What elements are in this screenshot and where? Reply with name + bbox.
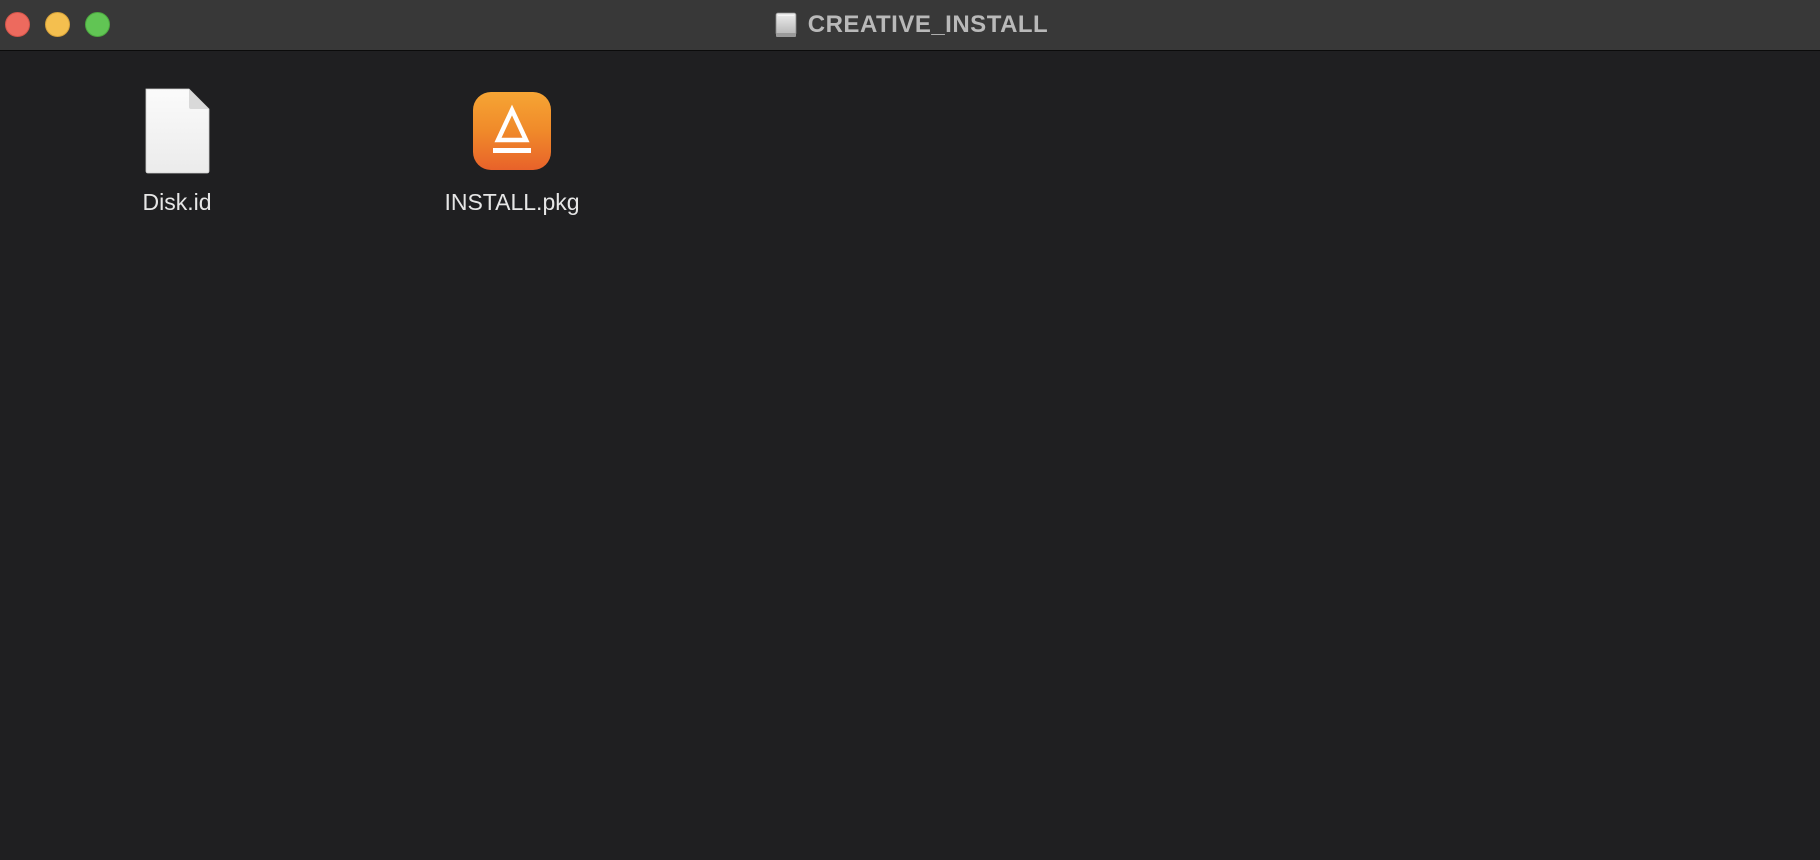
file-item-disk-id[interactable]: Disk.id — [77, 81, 277, 231]
file-item-install-pkg[interactable]: INSTALL.pkg — [412, 81, 612, 231]
finder-window: CREATIVE_INSTALL Disk.id INSTALL.pkg — [0, 0, 1820, 860]
file-name: Disk.id — [142, 189, 212, 215]
installer-glyph-icon — [493, 104, 531, 153]
folder-content[interactable]: Disk.id INSTALL.pkg — [0, 51, 1820, 860]
file-icon-box — [127, 81, 227, 181]
window-title-group: CREATIVE_INSTALL — [772, 11, 1048, 39]
external-drive-icon — [775, 12, 797, 37]
window-title-area: CREATIVE_INSTALL — [0, 0, 1820, 50]
title-bar[interactable]: CREATIVE_INSTALL — [0, 0, 1820, 51]
document-icon — [145, 88, 210, 174]
file-name: INSTALL.pkg — [444, 189, 580, 215]
installer-package-icon — [473, 92, 551, 170]
file-icon-box — [462, 81, 562, 181]
window-title: CREATIVE_INSTALL — [807, 11, 1049, 38]
